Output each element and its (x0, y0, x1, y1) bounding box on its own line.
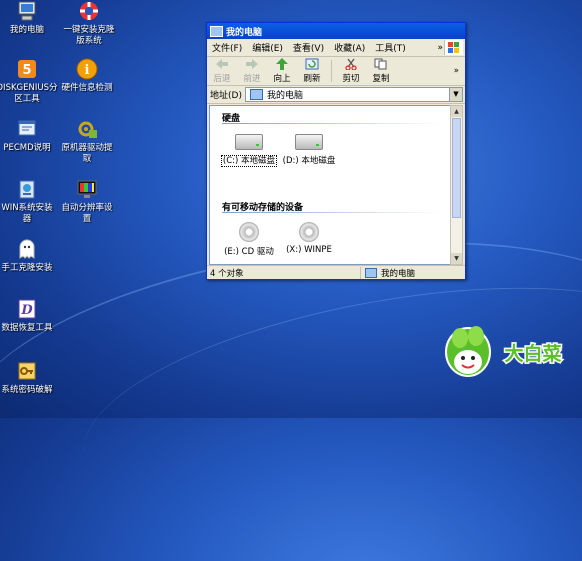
recovery-icon: D (16, 298, 38, 320)
desktop-icon-diskgenius[interactable]: 5 DISKGENIUS分 区工具 (0, 58, 60, 105)
cd-drive-icon (299, 222, 319, 242)
computer-icon (249, 89, 263, 100)
toolbar-separator (331, 60, 332, 82)
status-bar: 4 个对象 我的电脑 (207, 265, 465, 279)
address-label: 地址(D) (210, 91, 242, 101)
menu-edit[interactable]: 编辑(E) (247, 41, 288, 54)
back-arrow-icon (216, 59, 228, 69)
drive-d-label: (D:) 本地磁盘 (282, 156, 336, 166)
menu-more-chevron[interactable]: » (437, 43, 443, 53)
desktop-icon-manual-clone[interactable]: 手工克隆安装 (0, 238, 60, 274)
svg-text:i: i (85, 63, 90, 78)
computer-icon (210, 25, 223, 37)
address-value: 我的电脑 (266, 91, 303, 101)
menu-bar: 文件(F) 编辑(E) 查看(V) 收藏(A) 工具(T) » (207, 39, 465, 57)
toolbar-more-chevron[interactable]: » (454, 66, 459, 76)
hard-disk-icon (235, 134, 263, 150)
drive-e-label: (E:) CD 驱动 (224, 247, 274, 257)
desktop-icon-pecmd[interactable]: PECMD说明 (0, 118, 60, 154)
svg-text:5: 5 (22, 63, 31, 78)
svg-text:D: D (20, 303, 33, 318)
address-field[interactable]: 我的电脑 ▼ (244, 87, 463, 102)
desktop-icon-win-installer[interactable]: WIN系统安装 器 (0, 178, 60, 225)
group-divider (222, 212, 442, 213)
drive-c-label: (C:) 本地磁盘 (220, 155, 278, 167)
brand-text: 大白菜 (504, 342, 561, 365)
group-divider (222, 123, 442, 124)
scroll-thumb[interactable] (452, 118, 461, 218)
forward-button[interactable]: 前进 (237, 58, 267, 84)
window-titlebar[interactable]: 我的电脑 (207, 23, 465, 39)
menu-file[interactable]: 文件(F) (207, 41, 247, 54)
refresh-icon (305, 58, 319, 70)
desktop-icon-auto-resolution[interactable]: 自动分辨率设 置 (54, 178, 120, 225)
resolution-icon (76, 178, 98, 200)
copy-icon (374, 58, 387, 70)
address-bar: 地址(D) 我的电脑 ▼ (207, 86, 465, 104)
drive-c[interactable]: (C:) 本地磁盘 (220, 134, 278, 167)
status-location: 我的电脑 (360, 266, 415, 279)
scroll-up-icon[interactable]: ▲ (451, 106, 462, 117)
up-button[interactable]: 向上 (267, 58, 297, 84)
desktop-icon-data-recovery[interactable]: D 数据恢复工具 (0, 298, 60, 334)
windows-logo-icon (444, 40, 463, 55)
window-title: 我的电脑 (226, 27, 263, 38)
refresh-button[interactable]: 刷新 (297, 58, 327, 84)
menu-view[interactable]: 查看(V) (288, 41, 329, 54)
cd-drive-icon (239, 222, 259, 242)
info-icon: i (76, 58, 98, 80)
copy-button[interactable]: 复制 (366, 58, 396, 84)
status-object-count: 4 个对象 (210, 268, 244, 279)
drive-e-cd[interactable]: (E:) CD 驱动 (220, 222, 278, 257)
diskgenius-icon: 5 (16, 58, 38, 80)
vertical-scrollbar[interactable]: ▲ ▼ (450, 105, 463, 265)
file-view: 硬盘 (C:) 本地磁盘 (D:) 本地磁盘 有可移动存储的设备 (E:) CD… (209, 105, 455, 265)
key-icon (16, 360, 38, 382)
address-dropdown-icon[interactable]: ▼ (449, 88, 462, 101)
my-computer-window[interactable]: 我的电脑 文件(F) 编辑(E) 查看(V) 收藏(A) 工具(T) » 后退 … (206, 22, 466, 280)
computer-icon (365, 267, 377, 278)
pecmd-icon (16, 118, 38, 140)
scroll-down-icon[interactable]: ▼ (451, 253, 462, 264)
menu-favorites[interactable]: 收藏(A) (329, 41, 370, 54)
drive-x-winpe[interactable]: (X:) WINPE (280, 222, 338, 255)
drive-x-label: (X:) WINPE (286, 245, 332, 255)
installer-icon (16, 178, 38, 200)
scissors-icon (345, 58, 357, 70)
lifebuoy-icon (78, 0, 100, 22)
desktop-icon-driver-extract[interactable]: 原机器驱动提 取 (54, 118, 120, 165)
cut-button[interactable]: 剪切 (336, 58, 366, 84)
drive-d[interactable]: (D:) 本地磁盘 (280, 134, 338, 166)
driver-icon (76, 118, 98, 140)
desktop-icon-password-crack[interactable]: 系统密码破解 (0, 360, 60, 396)
computer-icon (16, 0, 38, 22)
toolbar: 后退 前进 向上 刷新 剪切 复制 » (207, 57, 465, 86)
ghost-icon (16, 238, 38, 260)
hard-disk-icon (295, 134, 323, 150)
desktop-icon-hardware-info[interactable]: i 硬件信息检测 (54, 58, 120, 94)
menu-tools[interactable]: 工具(T) (370, 41, 411, 54)
back-button[interactable]: 后退 (207, 58, 237, 84)
desktop-icon-my-computer[interactable]: 我的电脑 (0, 0, 60, 36)
forward-arrow-icon (246, 59, 258, 69)
up-arrow-icon (276, 58, 288, 70)
dabaicai-logo: 大白菜 (438, 318, 578, 388)
desktop-icon-one-key-install[interactable]: 一键安装克隆 版系统 (56, 0, 122, 47)
